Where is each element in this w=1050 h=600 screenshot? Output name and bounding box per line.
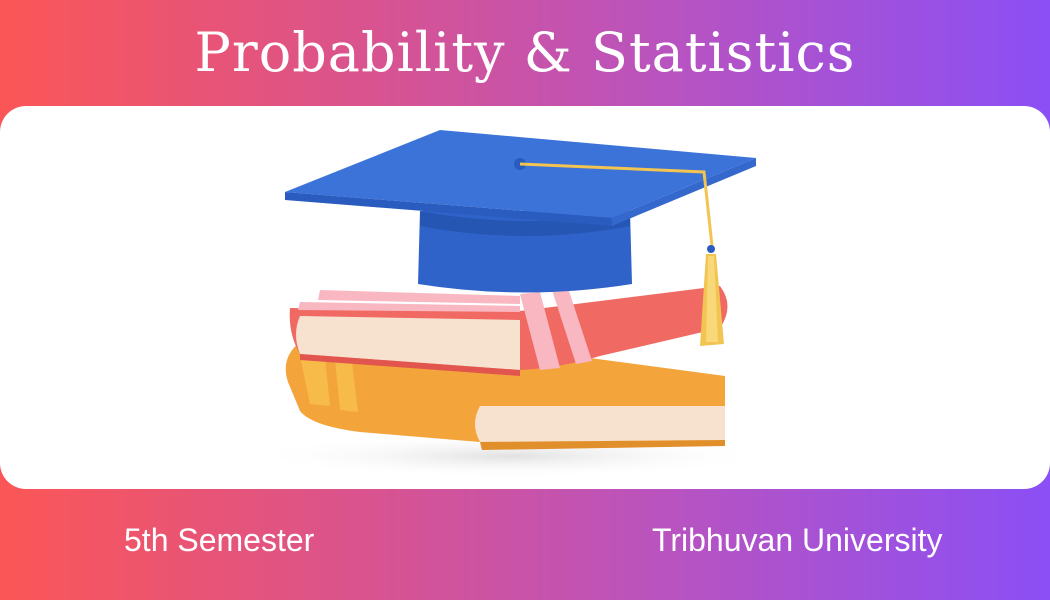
semester-label: 5th Semester	[124, 522, 315, 558]
graduation-cap-books-icon	[250, 130, 770, 478]
illustration-card	[0, 106, 1050, 489]
top-book-icon	[289, 286, 728, 376]
page-title: Probability & Statistics	[194, 21, 856, 84]
university-label: Tribhuvan University	[652, 522, 943, 558]
